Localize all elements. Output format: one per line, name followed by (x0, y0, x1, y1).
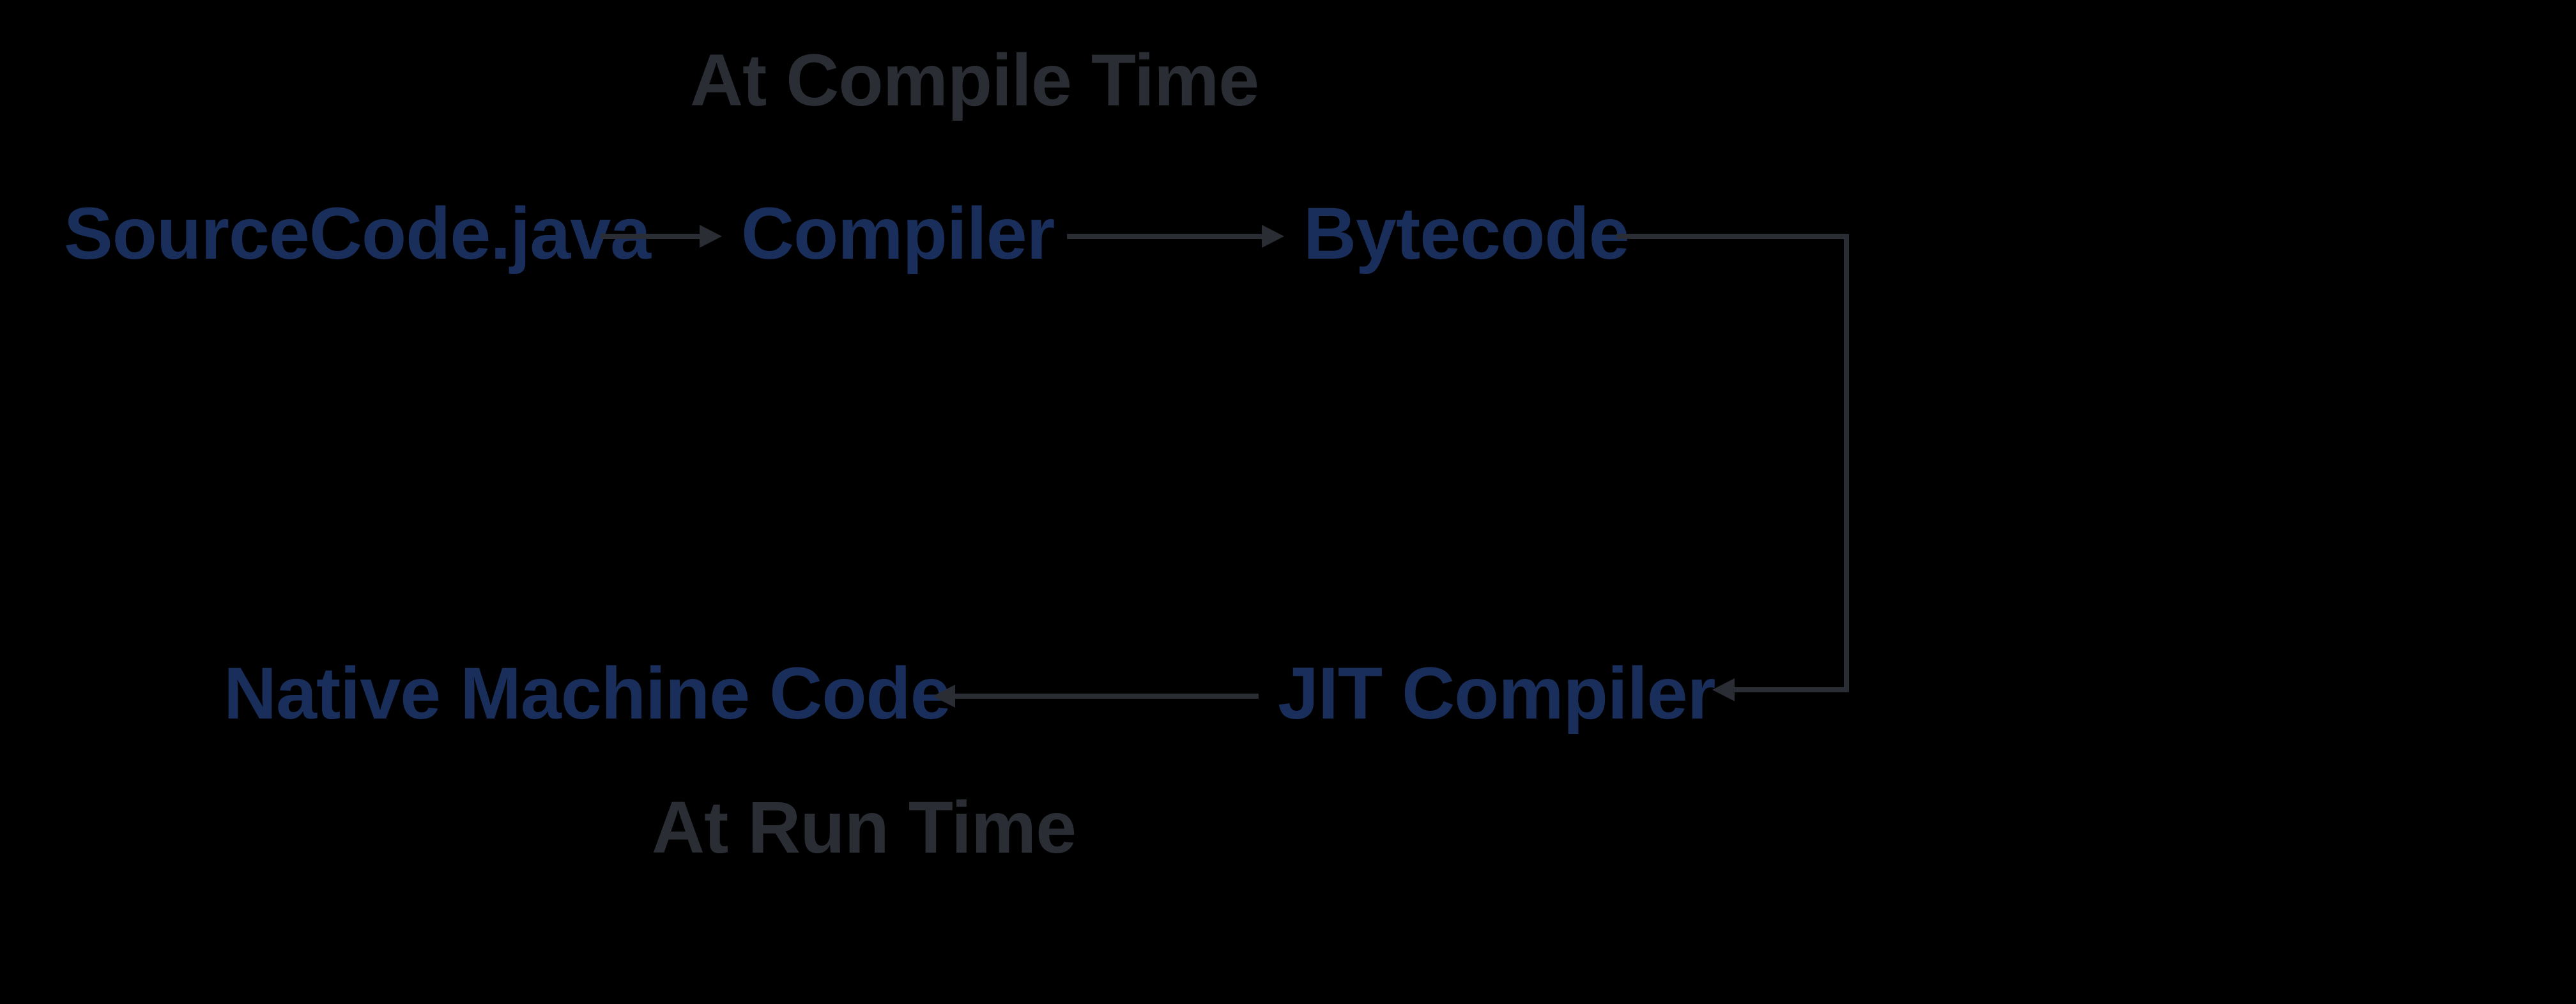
arrow-compiler-to-bytecode (1067, 217, 1284, 255)
compile-time-header: At Compile Time (690, 38, 1259, 123)
run-time-header: At Run Time (652, 786, 1076, 870)
arrow-source-to-compiler (601, 217, 722, 255)
node-native-machine-code: Native Machine Code (224, 651, 951, 736)
node-source-code: SourceCode.java (64, 192, 650, 276)
arrow-bytecode-to-jit (1616, 217, 1872, 715)
node-compiler: Compiler (741, 192, 1054, 276)
node-jit-compiler: JIT Compiler (1278, 651, 1715, 736)
node-bytecode: Bytecode (1303, 192, 1629, 276)
arrow-jit-to-native (933, 677, 1259, 715)
compilation-flow-diagram: At Compile Time SourceCode.java Compiler… (0, 0, 2576, 1004)
